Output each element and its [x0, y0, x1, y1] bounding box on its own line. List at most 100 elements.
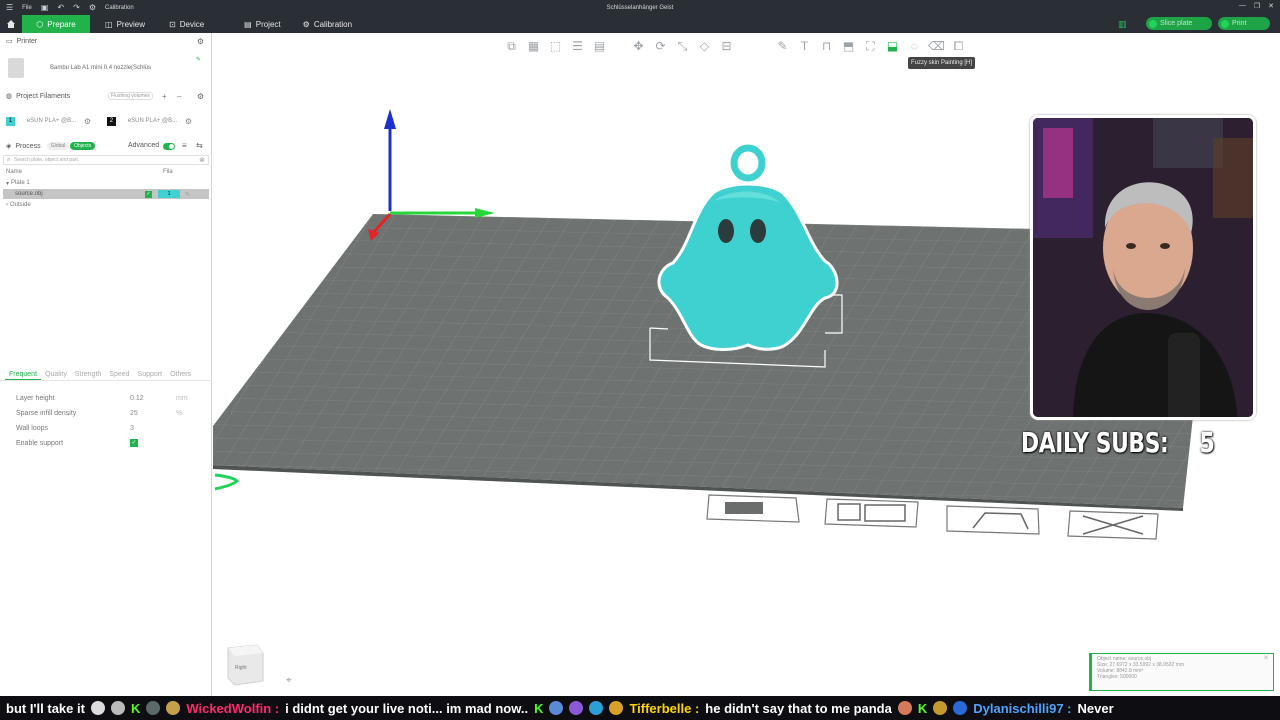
infill-density-label: Sparse infill density	[16, 409, 77, 417]
wall-loops-input[interactable]: 3	[130, 425, 134, 432]
close-icon[interactable]: ✕	[1268, 2, 1274, 10]
print-button[interactable]: Print	[1218, 17, 1270, 30]
expand-chevron-icon[interactable]: ›	[6, 202, 8, 208]
object-edit-icon[interactable]: ✎	[185, 191, 190, 198]
export-file-icon[interactable]: ▥	[1118, 19, 1128, 29]
fuzzy-skin-paint-icon[interactable]: ⬓	[884, 38, 901, 54]
flushing-volumes-button[interactable]: Flushing volumes	[108, 92, 153, 100]
preview-icon: ◫	[105, 19, 113, 29]
layout-icon[interactable]: ⧠	[950, 38, 967, 54]
arrange-icon[interactable]: ☰	[569, 38, 586, 54]
close-info-icon[interactable]: ✕	[1263, 655, 1269, 662]
tab-calibration[interactable]: ⚙ Calibration	[294, 15, 361, 33]
measure-icon[interactable]: ⊓	[818, 38, 835, 54]
project-icon: ▤	[244, 19, 252, 29]
text-icon[interactable]: T	[796, 38, 813, 54]
objects-toggle[interactable]: Objects	[70, 142, 96, 150]
add-filament-icon[interactable]: +	[162, 92, 167, 101]
chat-username-3: Dylanischilli97 :	[973, 700, 1072, 716]
tab-frequent[interactable]: Frequent	[5, 369, 42, 380]
expand-chevron-icon[interactable]: ▾	[6, 180, 9, 187]
user-badge-icon	[569, 701, 584, 715]
advanced-toggle[interactable]	[163, 143, 175, 150]
filament-settings-gear-icon[interactable]: ⚙	[197, 92, 204, 101]
tab-device[interactable]: ⊡ Device	[160, 15, 213, 33]
chat-message-1: i didnt get your live noti... im mad now…	[285, 700, 529, 716]
left-panel: ▭ Printer ⚙ Bambu Lab A1 mini 0.4 nozzle…	[0, 33, 212, 696]
object-visible-check-icon[interactable]: ✓	[145, 190, 152, 198]
remove-filament-icon[interactable]: –	[177, 92, 181, 101]
tab-preview[interactable]: ◫ Preview	[96, 15, 154, 33]
user-badge-icon	[146, 701, 161, 715]
home-button[interactable]	[0, 15, 22, 33]
tab-strength[interactable]: Strength	[71, 369, 105, 380]
tab-project-label: Project	[255, 19, 281, 29]
printer-edit-icon[interactable]: ✎	[196, 56, 201, 63]
boolean-icon[interactable]: ⛶	[862, 38, 879, 54]
tab-others[interactable]: Others	[166, 369, 195, 380]
seam-paint-icon[interactable]: ◌	[906, 38, 923, 54]
slice-plate-label: Slice plate	[1160, 20, 1193, 27]
tab-project[interactable]: ▤ Project	[235, 15, 289, 33]
list-view-icon[interactable]: ≡	[182, 141, 187, 150]
search-icon: ⌕	[7, 157, 11, 163]
object-filament-chip[interactable]: 1	[158, 190, 180, 198]
tab-quality[interactable]: Quality	[41, 369, 71, 380]
calibration-menu[interactable]: Calibration	[105, 5, 134, 11]
compare-icon[interactable]: ⇆	[196, 141, 203, 150]
object-info-panel: Object name: source.obj Size: 27.6972 x …	[1089, 653, 1274, 691]
lay-on-face-icon[interactable]: ◇	[696, 38, 713, 54]
enable-support-checkbox[interactable]: ✓	[130, 439, 138, 447]
file-menu[interactable]: File	[22, 5, 32, 11]
filament-2-settings-icon[interactable]: ⚙	[185, 117, 192, 126]
kick-logo-icon: K	[917, 700, 928, 716]
save-icon[interactable]: ▣	[41, 3, 49, 12]
filament-1-settings-icon[interactable]: ⚙	[84, 117, 91, 126]
tree-outside[interactable]: › Outside	[3, 200, 209, 210]
tab-speed[interactable]: Speed	[105, 369, 133, 380]
move-icon[interactable]: ✥	[630, 38, 647, 54]
maximize-icon[interactable]: ❐	[1254, 2, 1260, 10]
hamburger-menu-icon[interactable]: ☰	[6, 3, 13, 12]
scale-icon[interactable]: ⤡	[674, 38, 691, 54]
printer-thumbnail	[8, 58, 24, 78]
chat-message-3: Never	[1077, 700, 1114, 716]
minimize-icon[interactable]: —	[1239, 2, 1246, 10]
assembly-icon[interactable]: ⬒	[840, 38, 857, 54]
tree-plate-1[interactable]: ▾ Plate 1	[3, 178, 209, 188]
eraser-icon[interactable]: ⌫	[928, 38, 945, 54]
layer-height-input[interactable]: 0.12	[130, 395, 144, 402]
cut-icon[interactable]: ⊟	[718, 38, 735, 54]
tab-prepare[interactable]: ⬡ Prepare	[22, 15, 90, 33]
3d-viewport[interactable]: ⧉ ▦ ⬚ ☰ ▤ ✥ ⟳ ⤡ ◇ ⊟ ✎ T ⊓ ⬒ ⛶ ⬓ ◌ ⌫ ⧠ Fu…	[213, 33, 1280, 696]
daily-subs-label: DAILY SUBS:	[1021, 426, 1169, 459]
printer-selector[interactable]: Bambu Lab A1 mini 0.4 nozzle(Schlüs	[8, 57, 204, 79]
rotate-icon[interactable]: ⟳	[652, 38, 669, 54]
undo-icon[interactable]: ↶	[57, 3, 64, 12]
split-icon[interactable]: ▤	[591, 38, 608, 54]
support-paint-icon[interactable]: ✎	[774, 38, 791, 54]
user-badge-icon	[609, 701, 624, 715]
filament-list: 1 eSUN PLA+ @B... ⚙ 2 eSUN PLA+ @B... ⚙	[6, 115, 208, 127]
auto-orient-icon[interactable]: ⬚	[547, 38, 564, 54]
add-object-icon[interactable]: ⧉	[503, 38, 520, 54]
filament-2-name[interactable]: eSUN PLA+ @B...	[128, 118, 179, 124]
infill-density-input[interactable]: 25	[130, 410, 138, 417]
printer-settings-gear-icon[interactable]: ⚙	[197, 37, 204, 46]
slice-plate-button[interactable]: Slice plate	[1146, 17, 1212, 30]
object-search-input[interactable]: ⌕ Search plate, object and part. ⊗	[3, 155, 209, 165]
tree-object-source[interactable]: source.obj ✓ 1 ✎	[3, 189, 209, 199]
global-toggle[interactable]: Global	[46, 142, 70, 150]
add-plate-icon[interactable]: ▦	[525, 38, 542, 54]
tab-support[interactable]: Support	[134, 369, 167, 380]
tree-object-label: source.obj	[15, 191, 43, 197]
fit-view-icon[interactable]: ⌖	[286, 675, 292, 686]
filament-1-chip[interactable]: 1	[6, 116, 15, 126]
printer-section-header: ▭ Printer ⚙	[0, 34, 212, 48]
ghost-left-eye	[718, 219, 734, 243]
filament-1-name[interactable]: eSUN PLA+ @B...	[27, 118, 78, 124]
redo-icon[interactable]: ↷	[73, 3, 80, 12]
streamer-webcam-overlay	[1030, 115, 1256, 420]
filament-2-chip[interactable]: 2	[107, 116, 116, 126]
clear-search-icon[interactable]: ⊗	[199, 156, 205, 164]
